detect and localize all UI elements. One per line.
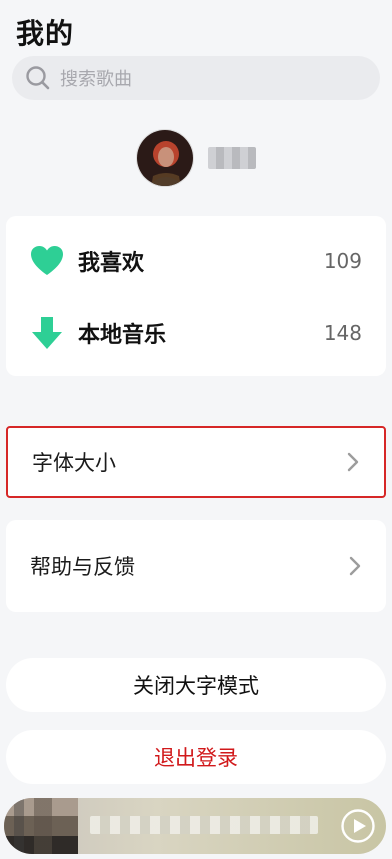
font-size-setting[interactable]: 字体大小 — [6, 426, 386, 498]
local-music-label: 本地音乐 — [78, 323, 167, 348]
local-music-count: 148 — [323, 321, 362, 345]
chevron-right-icon — [347, 452, 359, 472]
close-large-font-button[interactable]: 关闭大字模式 — [6, 658, 386, 712]
search-placeholder: 搜索歌曲 — [60, 69, 132, 90]
logout-button[interactable]: 退出登录 — [6, 730, 386, 784]
song-title-blurred — [90, 816, 318, 834]
search-icon — [26, 66, 50, 90]
profile-section[interactable] — [136, 128, 256, 188]
favorites-label: 我喜欢 — [78, 251, 145, 276]
album-cover[interactable] — [4, 798, 78, 854]
list-item-local-music[interactable]: 本地音乐 148 — [6, 302, 386, 364]
font-size-label: 字体大小 — [32, 451, 116, 475]
search-input[interactable]: 搜索歌曲 — [12, 56, 380, 100]
mini-player[interactable] — [4, 798, 386, 854]
favorites-count: 109 — [323, 249, 362, 273]
heart-icon — [31, 246, 63, 275]
library-card: 我喜欢 109 本地音乐 148 — [6, 216, 386, 376]
avatar[interactable] — [136, 129, 194, 187]
chevron-right-icon — [349, 556, 361, 576]
play-icon[interactable] — [340, 808, 376, 844]
help-feedback-setting[interactable]: 帮助与反馈 — [6, 520, 386, 612]
page-title: 我的 — [16, 17, 75, 50]
download-arrow-icon — [32, 317, 62, 349]
list-item-favorites[interactable]: 我喜欢 109 — [6, 230, 386, 292]
username-blurred — [208, 147, 256, 169]
help-feedback-label: 帮助与反馈 — [30, 555, 135, 579]
